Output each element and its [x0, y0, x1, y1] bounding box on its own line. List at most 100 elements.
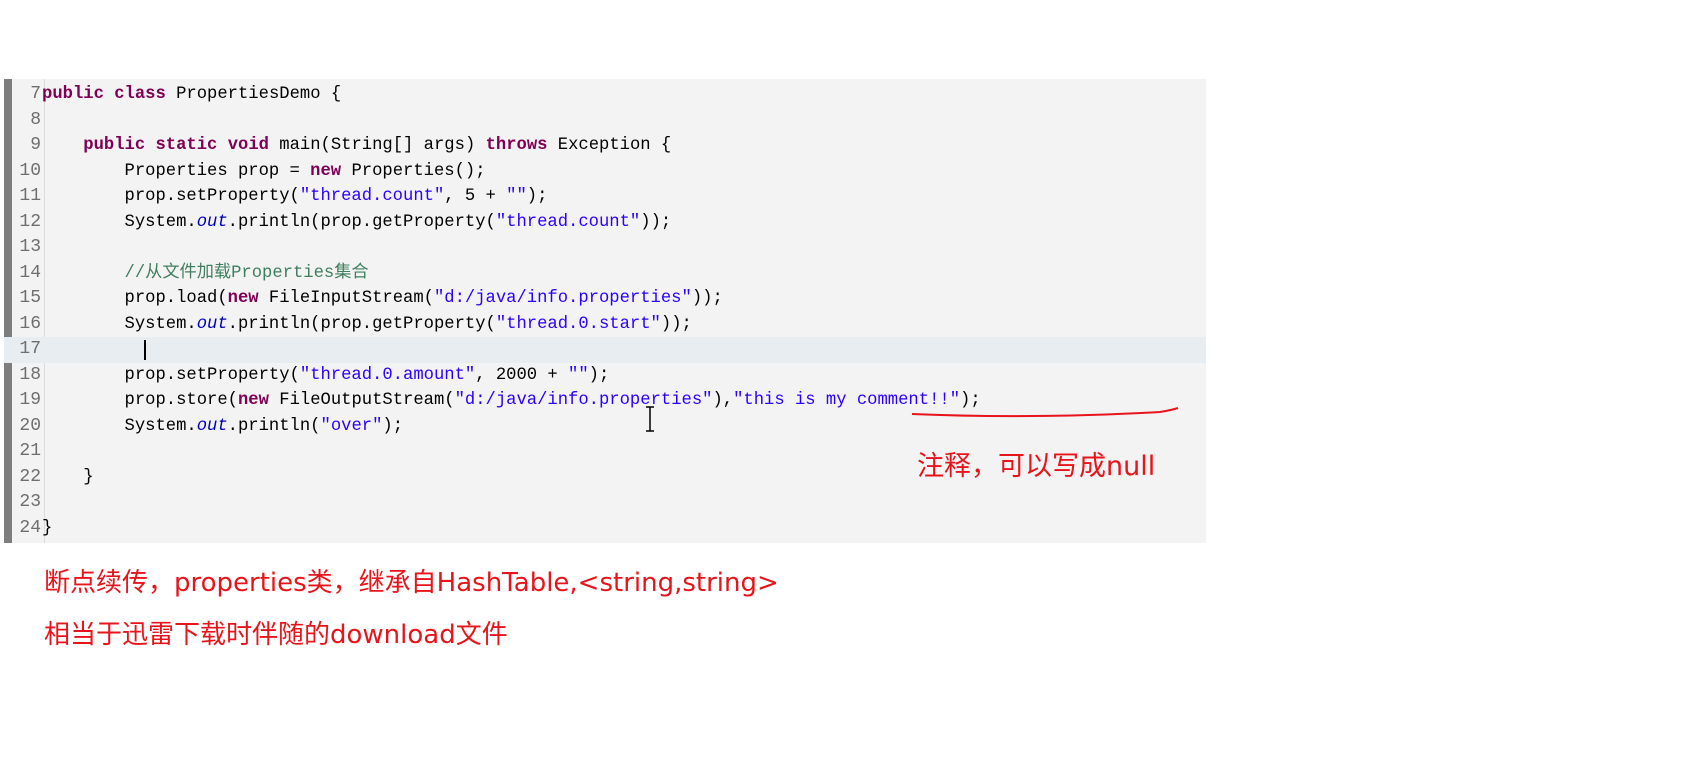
code-token: prop.setProperty( [42, 365, 300, 385]
code-token: Properties prop = [42, 161, 311, 181]
code-line[interactable]: 9 public static void main(String[] args)… [4, 133, 1206, 159]
code-line[interactable]: 8 [4, 108, 1206, 134]
code-token: )); [691, 289, 723, 308]
line-number: 23 [19, 492, 41, 512]
line-number: 13 [19, 237, 41, 257]
code-text: } [42, 516, 52, 542]
code-line[interactable]: 11 prop.setProperty("thread.count", 5 + … [4, 184, 1206, 210]
code-text: public class PropertiesDemo { [42, 82, 341, 108]
code-line[interactable]: 7 public class PropertiesDemo { [4, 82, 1206, 108]
code-token: FileInputStream( [258, 289, 434, 308]
line-number: 22 [19, 466, 41, 487]
code-token: )); [660, 314, 692, 334]
code-token: System. [42, 212, 197, 232]
code-text: public static void main(String[] args) t… [42, 133, 671, 159]
keyword-token: new [310, 161, 342, 181]
string-token: "thread.count" [299, 187, 445, 206]
line-number: 21 [19, 441, 41, 461]
code-token: PropertiesDemo { [165, 85, 342, 104]
code-token: ); [588, 365, 610, 385]
code-token: Exception { [547, 136, 672, 155]
code-token: .println(prop.getProperty( [227, 212, 496, 232]
code-token: )); [640, 212, 672, 232]
keyword-token: void [227, 136, 269, 155]
field-token: out [196, 314, 228, 334]
line-number: 7 [30, 84, 41, 104]
code-text: prop.setProperty("thread.count", 5 + "")… [42, 184, 548, 210]
string-token: "d:/java/info.properties" [454, 391, 713, 410]
code-token: FileOutputStream( [268, 391, 455, 410]
line-number: 17 [19, 339, 41, 359]
code-token: prop.setProperty( [42, 187, 300, 206]
red-underline-mark [911, 407, 1179, 418]
code-token: , 2000 + [475, 365, 569, 385]
keyword-token: new [227, 289, 259, 308]
code-line[interactable]: 16 System.out.println(prop.getProperty("… [4, 312, 1206, 338]
line-number: 20 [19, 415, 41, 436]
code-line[interactable]: 24} [4, 516, 1206, 542]
code-token: Properties(); [341, 161, 486, 181]
string-token: "" [568, 365, 589, 385]
keyword-token: throws [485, 136, 548, 155]
keyword-token: public [83, 136, 146, 155]
line-number: 10 [19, 160, 41, 181]
code-text: System.out.println(prop.getProperty("thr… [42, 210, 672, 236]
code-token: System. [42, 416, 197, 436]
code-text: System.out.println(prop.getProperty("thr… [42, 312, 692, 338]
code-line[interactable]: 18 prop.setProperty("thread.0.amount", 2… [4, 363, 1206, 389]
code-token: ), [712, 391, 734, 410]
annotation-note-2: 相当于迅雷下载时伴随的download文件 [44, 620, 508, 650]
code-token: } [42, 518, 53, 538]
line-number: 15 [19, 288, 41, 308]
code-token: } [42, 467, 94, 487]
code-line[interactable]: 12 System.out.println(prop.getProperty("… [4, 210, 1206, 236]
code-token: prop.store( [42, 391, 238, 410]
code-token: .println(prop.getProperty( [227, 314, 496, 334]
code-token: ); [526, 187, 548, 206]
annotation-note-1: 断点续传，properties类，继承自HashTable,<string,st… [44, 568, 779, 598]
keyword-token: public [42, 85, 104, 104]
line-number: 11 [19, 186, 41, 206]
code-token: main(String[] args) [268, 136, 486, 155]
string-token: "thread.count" [495, 212, 641, 232]
line-number: 8 [30, 109, 41, 130]
code-text: prop.load(new FileInputStream("d:/java/i… [42, 286, 723, 312]
string-token: "d:/java/info.properties" [433, 289, 692, 308]
line-number: 9 [30, 135, 41, 155]
comment-token: //从文件加载Properties集合 [124, 263, 369, 283]
code-line[interactable]: 15 prop.load(new FileInputStream("d:/jav… [4, 286, 1206, 312]
line-number: 12 [19, 211, 41, 232]
code-text: prop.store(new FileOutputStream("d:/java… [42, 388, 981, 414]
code-token: , 5 + [444, 187, 507, 206]
code-text: Properties prop = new Properties(); [42, 159, 486, 185]
line-number: 18 [19, 364, 41, 385]
string-token: "over" [320, 416, 383, 436]
field-token: out [196, 212, 228, 232]
code-text: prop.setProperty("thread.0.amount", 2000… [42, 363, 610, 389]
keyword-token: static [155, 136, 218, 155]
text-cursor-ibeam-icon [646, 406, 654, 432]
field-token: out [196, 416, 228, 436]
code-token: .println( [227, 416, 321, 436]
code-line[interactable]: 13 [4, 235, 1206, 261]
line-number: 14 [19, 262, 41, 283]
code-token: System. [42, 314, 197, 334]
string-token: "thread.0.amount" [299, 365, 476, 385]
line-number: 16 [19, 313, 41, 334]
line-number: 19 [19, 390, 41, 410]
code-line[interactable]: 23 [4, 490, 1206, 516]
text-caret [144, 340, 146, 360]
code-text: //从文件加载Properties集合 [42, 261, 369, 287]
code-line[interactable]: 10 Properties prop = new Properties(); [4, 159, 1206, 185]
code-token: ); [382, 416, 404, 436]
string-token: "thread.0.start" [495, 314, 661, 334]
comment-annotation: 注释，可以写成null [917, 451, 1156, 482]
code-text: System.out.println("over"); [42, 414, 404, 440]
code-line[interactable]: 14 //从文件加载Properties集合 [4, 261, 1206, 287]
code-line[interactable]: 17 [4, 337, 1206, 363]
